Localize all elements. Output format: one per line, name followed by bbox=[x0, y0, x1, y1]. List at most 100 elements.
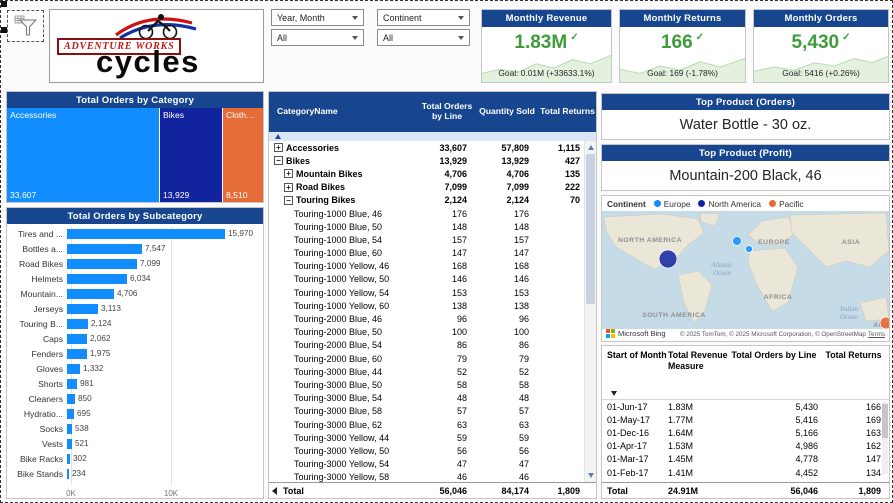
bar-row[interactable]: Mountain... 4,706 bbox=[7, 286, 263, 301]
month-col-start[interactable]: Start of Month bbox=[602, 350, 668, 390]
bubble-pacific[interactable] bbox=[879, 316, 889, 330]
matrix-row[interactable]: Touring-3000 Blue, 62 63 63 bbox=[269, 418, 584, 431]
bar-row[interactable]: Tires and ... 15,970 bbox=[7, 226, 263, 241]
bar[interactable] bbox=[67, 303, 98, 314]
bar[interactable] bbox=[67, 333, 87, 344]
matrix-vertical-scrollbar[interactable] bbox=[584, 141, 596, 482]
matrix-row[interactable]: Touring-1000 Yellow, 50 146 146 bbox=[269, 273, 584, 286]
month-table-row[interactable]: 01-Feb-17 1.41M 4,452 134 bbox=[602, 466, 889, 479]
matrix-row[interactable]: + Mountain Bikes 4,706 4,706 135 bbox=[269, 167, 584, 180]
bar[interactable] bbox=[67, 258, 137, 269]
bar[interactable] bbox=[67, 273, 127, 284]
kpi-monthly-returns[interactable]: Monthly Returns 166 ✓ Goal: 169 (-1.78%) bbox=[619, 9, 746, 83]
treemap-block-clothing[interactable]: Clothing 8,510 bbox=[223, 108, 263, 202]
bar[interactable] bbox=[67, 468, 69, 479]
matrix-row[interactable]: Touring-1000 Yellow, 60 138 138 bbox=[269, 299, 584, 312]
sort-ascending-icon[interactable] bbox=[275, 134, 281, 139]
matrix-col-qty[interactable]: Quantity Sold bbox=[475, 92, 539, 132]
sort-descending-icon[interactable] bbox=[611, 391, 617, 396]
month-col-returns[interactable]: Total Returns bbox=[818, 350, 889, 390]
bar[interactable] bbox=[67, 243, 142, 254]
filter-button[interactable] bbox=[7, 10, 44, 42]
month-col-revenue[interactable]: Total Revenue Measure bbox=[668, 350, 730, 390]
bar-row[interactable]: Gloves 1,332 bbox=[7, 361, 263, 376]
map-legend-item[interactable]: Europe bbox=[653, 199, 690, 209]
bar[interactable] bbox=[67, 228, 225, 239]
bar-row[interactable]: Fenders 1,975 bbox=[7, 346, 263, 361]
collapse-icon[interactable]: − bbox=[284, 195, 293, 205]
matrix-row[interactable]: Touring-3000 Yellow, 58 46 46 bbox=[269, 471, 584, 482]
bar-row[interactable]: Shorts 981 bbox=[7, 376, 263, 391]
slicer-year-month-dropdown[interactable]: All bbox=[271, 29, 364, 46]
bar[interactable] bbox=[67, 453, 70, 464]
matrix-row[interactable]: Touring-1000 Blue, 50 148 148 bbox=[269, 220, 584, 233]
matrix-row[interactable]: Touring-3000 Yellow, 44 59 59 bbox=[269, 431, 584, 444]
scrollbar-thumb[interactable] bbox=[882, 404, 888, 438]
treemap-block-accessories[interactable]: Accessories 33,607 bbox=[7, 108, 159, 202]
bar-row[interactable]: Socks 538 bbox=[7, 421, 263, 436]
slicer-continent-dropdown[interactable]: All bbox=[377, 29, 470, 46]
matrix-row[interactable]: Touring-1000 Yellow, 54 153 153 bbox=[269, 286, 584, 299]
scroll-down-icon[interactable] bbox=[588, 473, 594, 478]
bar[interactable] bbox=[67, 423, 72, 434]
bubble-europe-1[interactable] bbox=[732, 236, 742, 246]
matrix-row[interactable]: Touring-2000 Blue, 54 86 86 bbox=[269, 339, 584, 352]
month-table-scrollbar[interactable] bbox=[882, 402, 888, 474]
matrix-row[interactable]: Touring-3000 Yellow, 54 47 47 bbox=[269, 458, 584, 471]
matrix-row[interactable]: Touring-3000 Blue, 50 58 58 bbox=[269, 378, 584, 391]
month-table-row[interactable]: 01-Jun-17 1.83M 5,430 166 bbox=[602, 400, 889, 413]
matrix-row[interactable]: Touring-3000 Blue, 44 52 52 bbox=[269, 365, 584, 378]
kpi-monthly-orders[interactable]: Monthly Orders 5,430 ✓ Goal: 5416 (+0.26%… bbox=[753, 9, 889, 83]
bar-row[interactable]: Helmets 6,034 bbox=[7, 271, 263, 286]
world-map[interactable]: NORTH AMERICA SOUTH AMERICA EUROPE AFRIC… bbox=[602, 211, 889, 330]
expand-icon[interactable]: + bbox=[284, 182, 293, 192]
matrix-row[interactable]: Touring-3000 Blue, 58 57 57 bbox=[269, 405, 584, 418]
matrix-col-returns[interactable]: Total Returns bbox=[539, 92, 596, 132]
matrix-row[interactable]: Touring-2000 Blue, 46 96 96 bbox=[269, 312, 584, 325]
matrix-col-category[interactable]: CategoryName bbox=[269, 92, 419, 132]
bar-row[interactable]: Bottles a... 7,547 bbox=[7, 241, 263, 256]
map-legend-item[interactable]: Pacific bbox=[769, 199, 804, 209]
month-table-row[interactable]: 01-May-17 1.77M 5,416 169 bbox=[602, 413, 889, 426]
scrollbar-thumb[interactable] bbox=[586, 154, 595, 304]
bar-row[interactable]: Bike Stands 234 bbox=[7, 466, 263, 481]
month-table-row[interactable]: 01-Mar-17 1.45M 4,778 147 bbox=[602, 453, 889, 466]
slicer-continent-header[interactable]: Continent bbox=[377, 9, 470, 26]
matrix-row[interactable]: Touring-1000 Blue, 54 157 157 bbox=[269, 233, 584, 246]
selection-handle[interactable] bbox=[1, 1, 7, 7]
bar[interactable] bbox=[67, 288, 114, 299]
matrix-row[interactable]: Touring-3000 Blue, 54 48 48 bbox=[269, 392, 584, 405]
expand-icon[interactable]: + bbox=[274, 143, 283, 153]
expand-icon[interactable]: + bbox=[284, 169, 293, 179]
scroll-up-icon[interactable] bbox=[588, 145, 594, 150]
bubble-north-america[interactable] bbox=[658, 249, 678, 269]
bar[interactable] bbox=[67, 408, 74, 419]
matrix-row[interactable]: + Accessories 33,607 57,809 1,115 bbox=[269, 141, 584, 154]
matrix-row[interactable]: − Touring Bikes 2,124 2,124 70 bbox=[269, 194, 584, 207]
matrix-row[interactable]: Touring-1000 Blue, 46 176 176 bbox=[269, 207, 584, 220]
bar-row[interactable]: Jerseys 3,113 bbox=[7, 301, 263, 316]
bar-row[interactable]: Touring B... 2,124 bbox=[7, 316, 263, 331]
bubble-europe-2[interactable] bbox=[745, 245, 753, 253]
matrix-row[interactable]: Touring-3000 Yellow, 50 56 56 bbox=[269, 444, 584, 457]
month-col-orders[interactable]: Total Orders by Line bbox=[730, 350, 818, 390]
bar[interactable] bbox=[67, 378, 77, 389]
collapse-icon[interactable]: − bbox=[274, 156, 283, 166]
bar[interactable] bbox=[67, 438, 72, 449]
bar-row[interactable]: Hydratio... 695 bbox=[7, 406, 263, 421]
matrix-row[interactable]: Touring-1000 Blue, 60 147 147 bbox=[269, 247, 584, 260]
month-table-row[interactable]: 01-Apr-17 1.53M 4,986 162 bbox=[602, 440, 889, 453]
bar-row[interactable]: Cleaners 850 bbox=[7, 391, 263, 406]
map-legend-item[interactable]: North America bbox=[698, 199, 761, 209]
bar[interactable] bbox=[67, 318, 88, 329]
selection-handle[interactable] bbox=[1, 27, 7, 33]
kpi-monthly-revenue[interactable]: Monthly Revenue 1.83M ✓ Goal: 0.01M (+336… bbox=[481, 9, 612, 83]
bar-row[interactable]: Road Bikes 7,099 bbox=[7, 256, 263, 271]
bar[interactable] bbox=[67, 348, 87, 359]
matrix-row[interactable]: Touring-1000 Yellow, 46 168 168 bbox=[269, 260, 584, 273]
terms-link[interactable]: Terms bbox=[868, 331, 885, 338]
slicer-year-month-header[interactable]: Year, Month bbox=[271, 9, 364, 26]
bar-row[interactable]: Vests 521 bbox=[7, 436, 263, 451]
treemap-block-bikes[interactable]: Bikes 13,929 bbox=[160, 108, 222, 202]
bar-row[interactable]: Bike Racks 302 bbox=[7, 451, 263, 466]
